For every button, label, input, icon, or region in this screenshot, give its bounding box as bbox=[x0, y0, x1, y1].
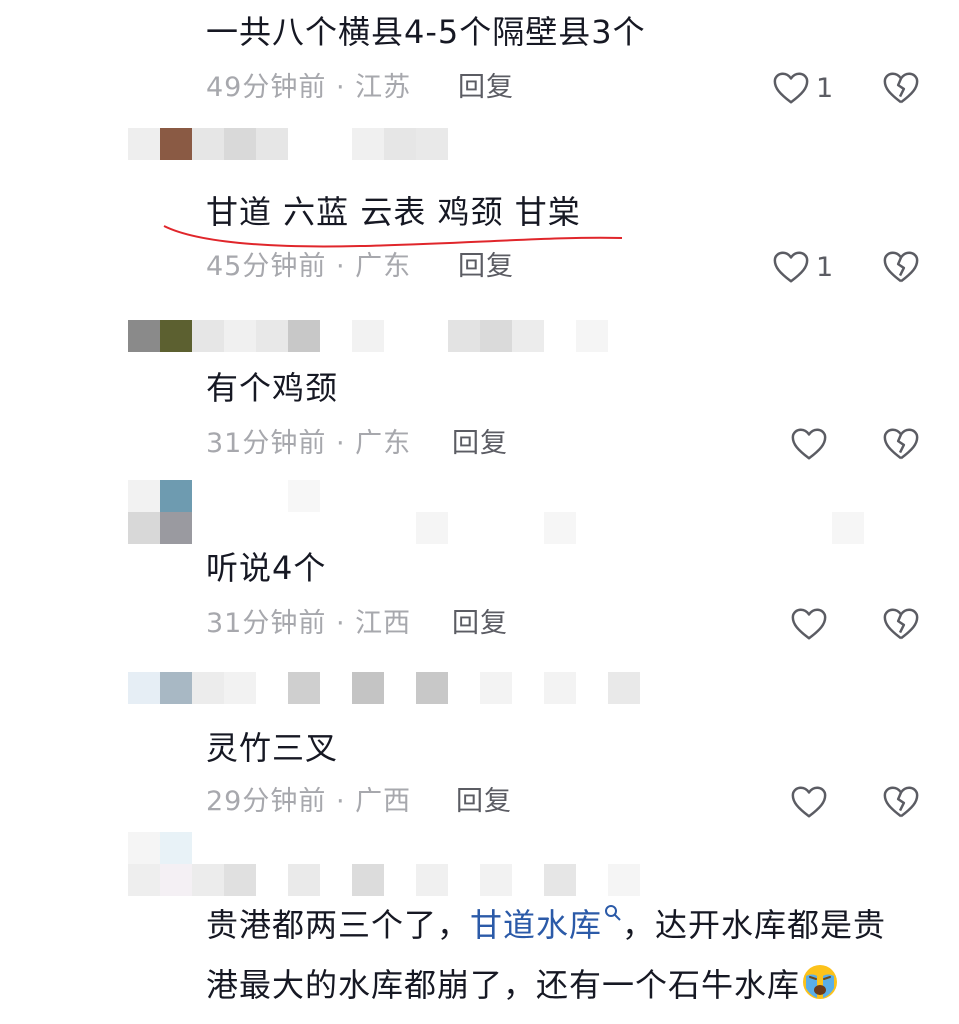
heart-outline-icon bbox=[791, 428, 827, 460]
comment-text-part: 港最大的水库都崩了，还有一个石牛水库 bbox=[206, 966, 801, 1004]
user-row[interactable] bbox=[128, 832, 928, 896]
avatar[interactable] bbox=[128, 128, 192, 160]
avatar[interactable] bbox=[128, 320, 192, 352]
heart-outline-icon bbox=[773, 72, 809, 104]
comment-location: 广东 bbox=[355, 251, 412, 282]
meta-separator: · bbox=[326, 608, 356, 639]
comment-meta: 49分钟前 · 江苏 bbox=[206, 68, 411, 108]
crying-emoji-icon bbox=[803, 965, 838, 999]
comment-text: 灵竹三叉 bbox=[206, 729, 339, 767]
comment-time: 31分钟前 bbox=[206, 428, 327, 459]
broken-heart-icon bbox=[883, 428, 919, 460]
comment-location: 江苏 bbox=[355, 72, 412, 103]
reply-button[interactable]: 回复 bbox=[458, 68, 514, 108]
dislike-button[interactable] bbox=[882, 782, 920, 822]
comment-meta: 45分钟前 · 广东 bbox=[206, 247, 411, 287]
comment-location: 江西 bbox=[355, 608, 412, 639]
dislike-button[interactable] bbox=[882, 424, 920, 464]
like-button[interactable]: 1 bbox=[772, 247, 833, 287]
comment-meta: 31分钟前 · 江西 bbox=[206, 604, 411, 644]
like-button[interactable]: 1 bbox=[772, 68, 833, 108]
dislike-button[interactable] bbox=[882, 604, 920, 644]
reply-button[interactable]: 回复 bbox=[456, 782, 512, 822]
comment-location: 广东 bbox=[355, 428, 412, 459]
user-row[interactable] bbox=[128, 128, 928, 160]
user-row[interactable] bbox=[128, 480, 928, 544]
heart-outline-icon bbox=[791, 608, 827, 640]
meta-separator: · bbox=[326, 72, 356, 103]
comment-text: 有个鸡颈 bbox=[206, 369, 339, 407]
like-count: 1 bbox=[816, 72, 834, 104]
avatar[interactable] bbox=[128, 832, 192, 896]
avatar[interactable] bbox=[128, 480, 192, 544]
comment-text-part: 贵港都两三个了， bbox=[206, 906, 471, 944]
like-button[interactable] bbox=[790, 782, 828, 822]
reply-button[interactable]: 回复 bbox=[452, 604, 508, 644]
comment-text: 一共八个横县4-5个隔壁县3个 bbox=[206, 13, 646, 51]
comment-time: 45分钟前 bbox=[206, 251, 327, 282]
meta-separator: · bbox=[326, 251, 356, 282]
comment-time: 49分钟前 bbox=[206, 72, 327, 103]
comment-time: 31分钟前 bbox=[206, 608, 327, 639]
reply-button[interactable]: 回复 bbox=[458, 247, 514, 287]
search-link[interactable]: 甘道水库 bbox=[470, 906, 602, 944]
comment-text: 贵港都两三个了，甘道水库 ，达开水库都是贵 bbox=[206, 904, 886, 945]
dislike-button[interactable] bbox=[882, 247, 920, 287]
broken-heart-icon bbox=[883, 608, 919, 640]
broken-heart-icon bbox=[883, 72, 919, 104]
comment-meta: 29分钟前 · 广西 bbox=[206, 782, 411, 822]
dislike-button[interactable] bbox=[882, 68, 920, 108]
broken-heart-icon bbox=[883, 786, 919, 818]
reply-button[interactable]: 回复 bbox=[452, 424, 508, 464]
avatar[interactable] bbox=[128, 672, 192, 704]
user-row[interactable] bbox=[128, 672, 928, 704]
comment-time: 29分钟前 bbox=[206, 786, 327, 817]
comment-text-line2: 港最大的水库都崩了，还有一个石牛水库 bbox=[206, 962, 840, 1005]
comment-location: 广西 bbox=[355, 786, 412, 817]
comment-meta: 31分钟前 · 广东 bbox=[206, 424, 411, 464]
user-row[interactable] bbox=[128, 320, 928, 352]
comment-text: 听说4个 bbox=[206, 549, 327, 587]
heart-outline-icon bbox=[773, 251, 809, 283]
comment-text-part: ，达开水库都是贵 bbox=[622, 906, 887, 944]
like-count: 1 bbox=[816, 251, 834, 283]
meta-separator: · bbox=[326, 786, 356, 817]
like-button[interactable] bbox=[790, 604, 828, 644]
search-icon bbox=[605, 905, 621, 921]
like-button[interactable] bbox=[790, 424, 828, 464]
meta-separator: · bbox=[326, 428, 356, 459]
heart-outline-icon bbox=[791, 786, 827, 818]
broken-heart-icon bbox=[883, 251, 919, 283]
